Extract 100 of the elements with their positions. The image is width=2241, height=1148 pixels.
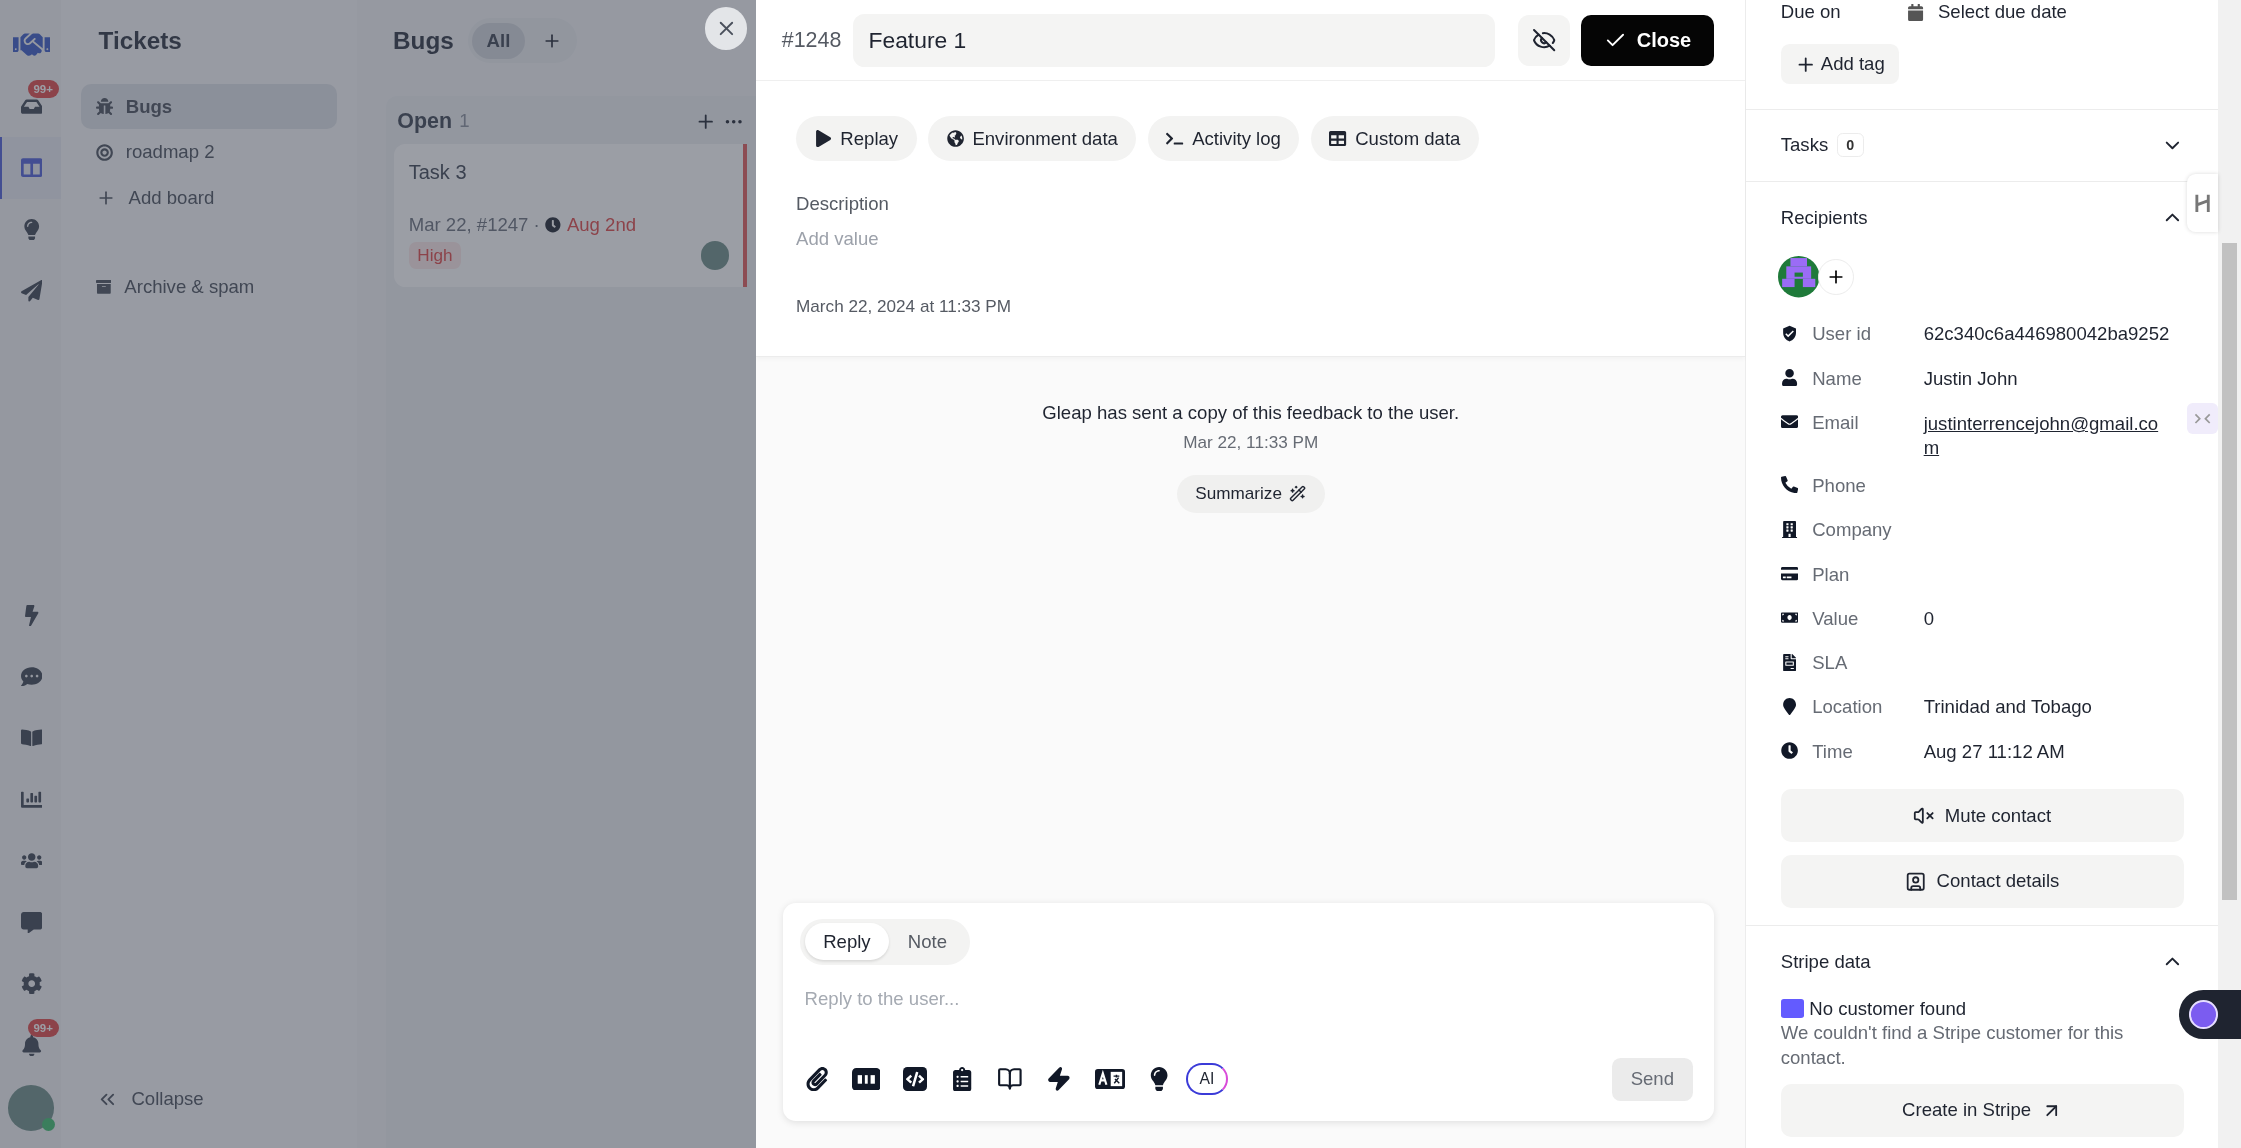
clock-icon <box>545 216 562 233</box>
field-value: Justin John <box>1923 367 2018 390</box>
field-label: Email <box>1812 412 1860 435</box>
ticket-card[interactable]: Task 3 Mar 22, #1247 · Aug 2nd High <box>394 144 748 288</box>
pixel-avatar <box>1777 256 1820 298</box>
email-link[interactable]: justinterrencejohn@gmail.com <box>1923 412 2170 461</box>
calendar-icon <box>1906 3 1924 21</box>
building-icon <box>1780 520 1798 538</box>
hide-button[interactable] <box>1518 14 1570 66</box>
online-dot <box>42 1117 55 1131</box>
field-label: Value <box>1812 607 1860 630</box>
scrollbar-thumb[interactable] <box>2222 242 2237 901</box>
feedback-icon <box>21 911 43 934</box>
priority-tag: High <box>408 242 462 270</box>
field-value: Trinidad and Tobago <box>1923 696 2092 719</box>
shield-check-icon <box>1780 324 1798 343</box>
data-tab[interactable]: Custom data <box>1310 115 1479 162</box>
map-pin-icon <box>1780 697 1798 715</box>
book-icon[interactable] <box>997 1066 1024 1092</box>
board-icon <box>21 157 43 179</box>
add-tag-button[interactable]: Add tag <box>1780 44 1900 85</box>
archive-icon <box>95 278 112 295</box>
paperclip-icon[interactable] <box>804 1066 829 1092</box>
ai-button[interactable]: AI <box>1186 1062 1228 1096</box>
create-in-stripe-button[interactable]: Create in Stripe <box>1780 1083 2184 1137</box>
gif-icon[interactable] <box>851 1067 881 1091</box>
code-icon[interactable] <box>903 1066 928 1092</box>
card-title: Task 3 <box>408 161 468 186</box>
field-label: Name <box>1812 367 1863 390</box>
due-date-picker[interactable]: Select due date <box>1937 1 2067 24</box>
bolt-icon[interactable] <box>1046 1066 1072 1092</box>
due-label: Due on <box>1780 1 1842 24</box>
due-date: Aug 2nd <box>566 213 637 236</box>
stripe-status: No customer found <box>1809 997 1967 1020</box>
data-tab[interactable]: Environment data <box>928 115 1137 162</box>
muted-speaker-icon <box>1913 805 1935 827</box>
card-meta: Mar 22, #1247 · <box>408 213 540 236</box>
field-label: Time <box>1812 740 1854 763</box>
description-label: Description <box>796 192 890 215</box>
field-value: Aug 27 11:12 AM <box>1923 740 2065 763</box>
field-label: Phone <box>1812 474 1867 497</box>
document-icon <box>1780 653 1798 671</box>
activity-time: Mar 22, 11:33 PM <box>1183 432 1319 454</box>
field-label: SLA <box>1812 652 1849 675</box>
bug-icon <box>95 98 113 116</box>
section-title: Tasks <box>1780 134 1829 157</box>
book-icon <box>21 727 43 749</box>
bot-face-icon <box>2189 1000 2219 1029</box>
play-icon <box>814 130 832 148</box>
task-count: 0 <box>1836 133 1864 158</box>
contact-card-icon <box>1905 870 1927 893</box>
translate-icon[interactable] <box>1094 1069 1125 1090</box>
field-label: Company <box>1812 519 1893 542</box>
created-date: March 22, 2024 at 11:33 PM <box>796 295 1013 317</box>
section-title: Recipients <box>1780 206 1869 229</box>
magic-wand-icon <box>1289 485 1307 503</box>
summarize-button[interactable]: Summarize <box>1176 474 1325 514</box>
terminal-icon <box>1166 130 1184 148</box>
title-field[interactable]: Feature 1 <box>852 13 1496 67</box>
chat-launcher[interactable] <box>2179 990 2241 1039</box>
phone-icon <box>1780 476 1798 494</box>
stripe-message: We couldn't find a Stripe customer for this contact. <box>1780 1020 2125 1071</box>
settings-icon <box>21 973 43 995</box>
close-ticket-button[interactable]: Close <box>1580 14 1714 66</box>
envelope-icon <box>1780 413 1798 431</box>
board-title: Bugs <box>393 26 454 55</box>
chat-smile-icon <box>21 666 43 688</box>
section-title: Stripe data <box>1780 950 1872 973</box>
notification-badge: 99+ <box>27 80 59 98</box>
code-widget-icon[interactable] <box>2186 403 2219 435</box>
person-icon <box>1780 369 1798 387</box>
paper-plane-icon <box>21 280 43 302</box>
field-label: Location <box>1812 696 1884 719</box>
send-button[interactable]: Send <box>1612 1057 1693 1101</box>
globe-icon <box>946 130 964 148</box>
bell-icon <box>21 1034 43 1057</box>
data-tab[interactable]: Replay <box>796 115 917 162</box>
mode-tab[interactable]: Reply <box>804 923 890 961</box>
sidebar-title: Tickets <box>97 26 183 57</box>
mode-tab[interactable]: Note <box>889 923 966 961</box>
side-tab-icon[interactable] <box>2186 174 2219 232</box>
column-title: Open <box>397 108 453 134</box>
field-label: Plan <box>1812 563 1851 586</box>
activity-message: Gleap has sent a copy of this feedback to the user. <box>1042 401 1460 424</box>
table-icon <box>1329 130 1347 148</box>
mute-contact-button[interactable]: Mute contact <box>1780 789 2184 843</box>
credit-card-icon <box>1780 564 1798 583</box>
scrollbar[interactable] <box>2218 0 2241 1148</box>
nav-item[interactable] <box>0 137 62 199</box>
contact-details-button[interactable]: Contact details <box>1780 855 2184 908</box>
notification-badge: 99+ <box>27 1019 59 1037</box>
field-value: 62c340c6a446980042ba9252 <box>1923 323 2170 346</box>
field-value: 0 <box>1923 607 1934 630</box>
add-recipient-button[interactable] <box>1817 259 1854 295</box>
field-label: User id <box>1812 323 1872 346</box>
stripe-logo-icon <box>1780 999 1804 1018</box>
data-tab[interactable]: Activity log <box>1147 115 1300 162</box>
eye-off-icon <box>1531 28 1556 53</box>
clock-icon <box>1780 742 1798 760</box>
assignee-avatar <box>700 241 730 271</box>
